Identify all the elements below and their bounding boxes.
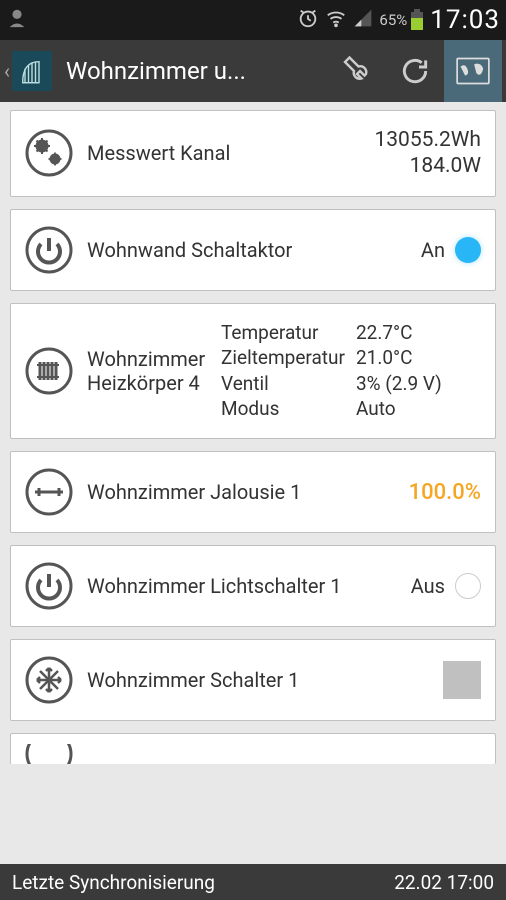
status-right: 65% 17:03 — [297, 5, 500, 35]
sync-label: Letzte Synchronisierung — [12, 871, 215, 894]
power-icon — [25, 226, 73, 274]
wifi-icon — [325, 7, 347, 33]
sync-time: 22.02 17:00 — [394, 871, 494, 894]
card-label: Messwert Kanal — [73, 141, 230, 165]
content-area: Messwert Kanal 13055.2Wh 184.0W Wohnwand… — [0, 102, 506, 864]
target-value: 21.0°C — [356, 345, 413, 371]
mode-label: Modus — [221, 396, 356, 422]
status-left — [6, 7, 28, 33]
valve-value: 3% (2.9 V) — [356, 371, 442, 397]
blind-percentage: 100.0% — [409, 480, 481, 505]
state-label: An — [421, 238, 445, 262]
card-label: Wohnzimmer Jalousie 1 — [73, 480, 301, 504]
card-schalter-1[interactable]: Wohnzimmer Schalter 1 — [10, 639, 496, 721]
wrench-icon — [339, 53, 375, 89]
blind-icon — [25, 468, 73, 516]
settings-button[interactable] — [328, 40, 386, 102]
app-icon — [12, 51, 52, 91]
battery-indicator: 65% — [379, 9, 424, 31]
card-label: Wohnzimmer Schalter 1 — [73, 668, 299, 692]
battery-percentage: 65% — [379, 11, 407, 29]
toggle-switch[interactable] — [455, 573, 481, 599]
temp-label: Temperatur — [221, 320, 356, 346]
gears-icon — [25, 129, 73, 177]
card-lichtschalter[interactable]: Wohnzimmer Lichtschalter 1 Aus — [10, 545, 496, 627]
card-next-peek[interactable] — [10, 733, 496, 764]
card-label: Wohnzimmer Lichtschalter 1 — [73, 574, 341, 598]
refresh-icon — [399, 55, 431, 87]
action-buttons — [328, 40, 502, 102]
card-label: Wohnwand Schaltaktor — [73, 238, 292, 262]
heater-details: Temperatur22.7°C Zieltemperatur21.0°C Ve… — [213, 320, 442, 423]
clock: 17:03 — [430, 5, 500, 35]
navigate-up-button[interactable]: ‹ — [4, 40, 58, 102]
world-map-icon — [456, 56, 490, 86]
action-bar: ‹ Wohnzimmer u... — [0, 40, 506, 102]
card-jalousie[interactable]: Wohnzimmer Jalousie 1 100.0% — [10, 451, 496, 533]
sync-footer: Letzte Synchronisierung 22.02 17:00 — [0, 864, 506, 900]
card-heizkoerper[interactable]: Wohnzimmer Heizkörper 4 Temperatur22.7°C… — [10, 303, 496, 440]
notification-head-icon — [6, 7, 28, 33]
color-indicator[interactable] — [443, 661, 481, 699]
page-title: Wohnzimmer u... — [58, 57, 328, 85]
status-bar: 65% 17:03 — [0, 0, 506, 40]
power-value: 184.0W — [374, 153, 481, 179]
alarm-icon — [297, 7, 319, 33]
state-label: Aus — [411, 574, 445, 598]
mode-value: Auto — [356, 396, 396, 422]
snowflake-icon — [25, 656, 73, 704]
back-caret-icon: ‹ — [4, 59, 10, 83]
radiator-icon — [25, 347, 73, 395]
battery-icon — [410, 9, 424, 31]
toggle-switch[interactable] — [455, 237, 481, 263]
map-button[interactable] — [444, 40, 502, 102]
card-messwert-kanal[interactable]: Messwert Kanal 13055.2Wh 184.0W — [10, 110, 496, 197]
valve-label: Ventil — [221, 371, 356, 397]
refresh-button[interactable] — [386, 40, 444, 102]
target-label: Zieltemperatur — [221, 345, 356, 371]
partial-icon — [25, 744, 73, 764]
measurement-values: 13055.2Wh 184.0W — [374, 127, 481, 180]
temp-value: 22.7°C — [356, 320, 413, 346]
energy-value: 13055.2Wh — [374, 127, 481, 153]
cellular-icon — [353, 8, 373, 32]
card-label: Wohnzimmer Heizkörper 4 — [73, 347, 213, 395]
power-icon — [25, 562, 73, 610]
card-wohnwand-schaltaktor[interactable]: Wohnwand Schaltaktor An — [10, 209, 496, 291]
